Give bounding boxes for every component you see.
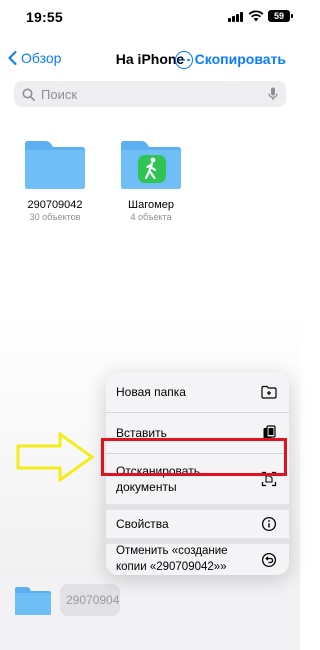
search-input[interactable] (41, 86, 268, 102)
menu-item-new-folder[interactable]: Новая папка (106, 372, 289, 412)
pedometer-app-icon (138, 155, 166, 183)
yellow-arrow-annotation (16, 432, 95, 482)
battery-indicator: 59 (268, 10, 293, 22)
search-bar[interactable] (14, 81, 286, 107)
menu-item-label: Отменить «создание копии «290709042»» (116, 544, 228, 573)
cellular-signal-icon (228, 12, 244, 22)
menu-item-label: Свойства (116, 516, 169, 531)
search-icon (22, 88, 35, 101)
undo-icon (261, 552, 277, 567)
navigation-bar: Обзор На iPhone Скопировать (0, 36, 300, 84)
folder-icon (121, 141, 181, 189)
bottom-bar: 290709042 (0, 576, 300, 650)
red-highlight-annotation (101, 438, 287, 476)
menu-item-undo[interactable]: Отменить «создание копии «290709042»» (106, 544, 289, 575)
folder-icon (15, 587, 51, 615)
wifi-icon (248, 10, 264, 22)
back-button[interactable]: Обзор (8, 50, 61, 66)
back-button-label: Обзор (21, 50, 62, 66)
folder-item[interactable]: 290709042 30 объектов (20, 140, 90, 222)
menu-item-properties[interactable]: Свойства (106, 510, 289, 538)
status-bar: 19:55 59 (0, 0, 300, 34)
folder-item-count: 4 объекта (130, 212, 172, 222)
status-time: 19:55 (26, 9, 63, 25)
folder-name: Шагомер (128, 199, 174, 211)
info-icon (261, 516, 277, 532)
folder-name: 290709042 (27, 199, 83, 211)
chevron-left-icon (8, 51, 17, 65)
copy-button[interactable]: Скопировать (195, 51, 286, 67)
more-options-button[interactable] (175, 51, 193, 69)
folder-icon (25, 141, 85, 189)
filename-field[interactable]: 290709042 (60, 584, 120, 616)
new-folder-icon (261, 385, 277, 399)
folder-item-count: 30 объектов (29, 212, 81, 222)
folder-item[interactable]: Шагомер 4 объекта (116, 140, 186, 222)
menu-item-label: Новая папка (116, 384, 186, 399)
microphone-icon[interactable] (268, 87, 278, 101)
